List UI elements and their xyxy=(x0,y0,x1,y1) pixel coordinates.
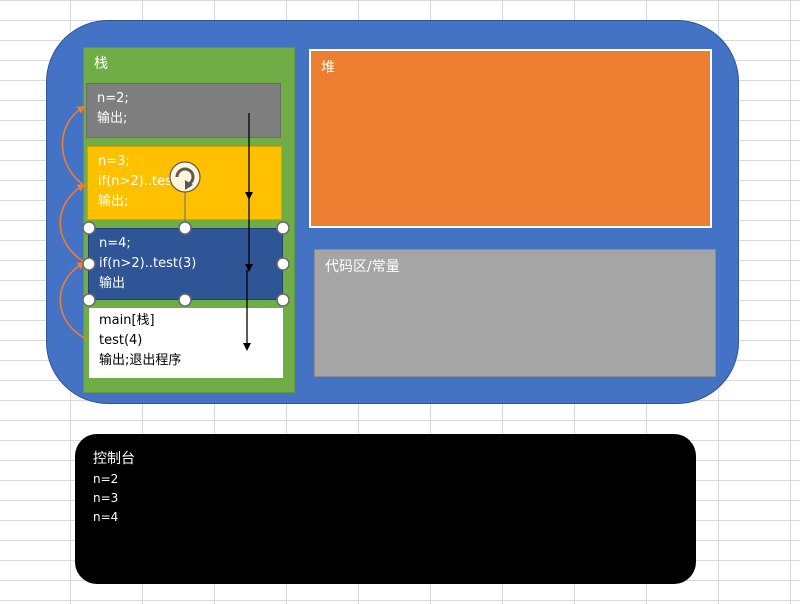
console-output: n=2 n=3 n=4 xyxy=(93,470,118,527)
resize-handle[interactable] xyxy=(276,221,290,235)
resize-handle[interactable] xyxy=(178,221,192,235)
return-arrow xyxy=(61,105,89,189)
rotate-handle-icon[interactable] xyxy=(169,161,201,193)
resize-handle[interactable] xyxy=(276,293,290,307)
resize-handle[interactable] xyxy=(82,293,96,307)
resize-handle[interactable] xyxy=(178,293,192,307)
resize-handle[interactable] xyxy=(82,257,96,271)
resize-handle[interactable] xyxy=(82,221,96,235)
selection-handles[interactable] xyxy=(82,221,290,307)
console: 控制台 n=2 n=3 n=4 xyxy=(75,434,696,584)
console-line: n=4 xyxy=(93,510,119,524)
resize-handle[interactable] xyxy=(276,257,290,271)
console-line: n=3 xyxy=(93,491,119,505)
console-line: n=2 xyxy=(93,472,119,486)
console-title: 控制台 xyxy=(93,451,135,467)
